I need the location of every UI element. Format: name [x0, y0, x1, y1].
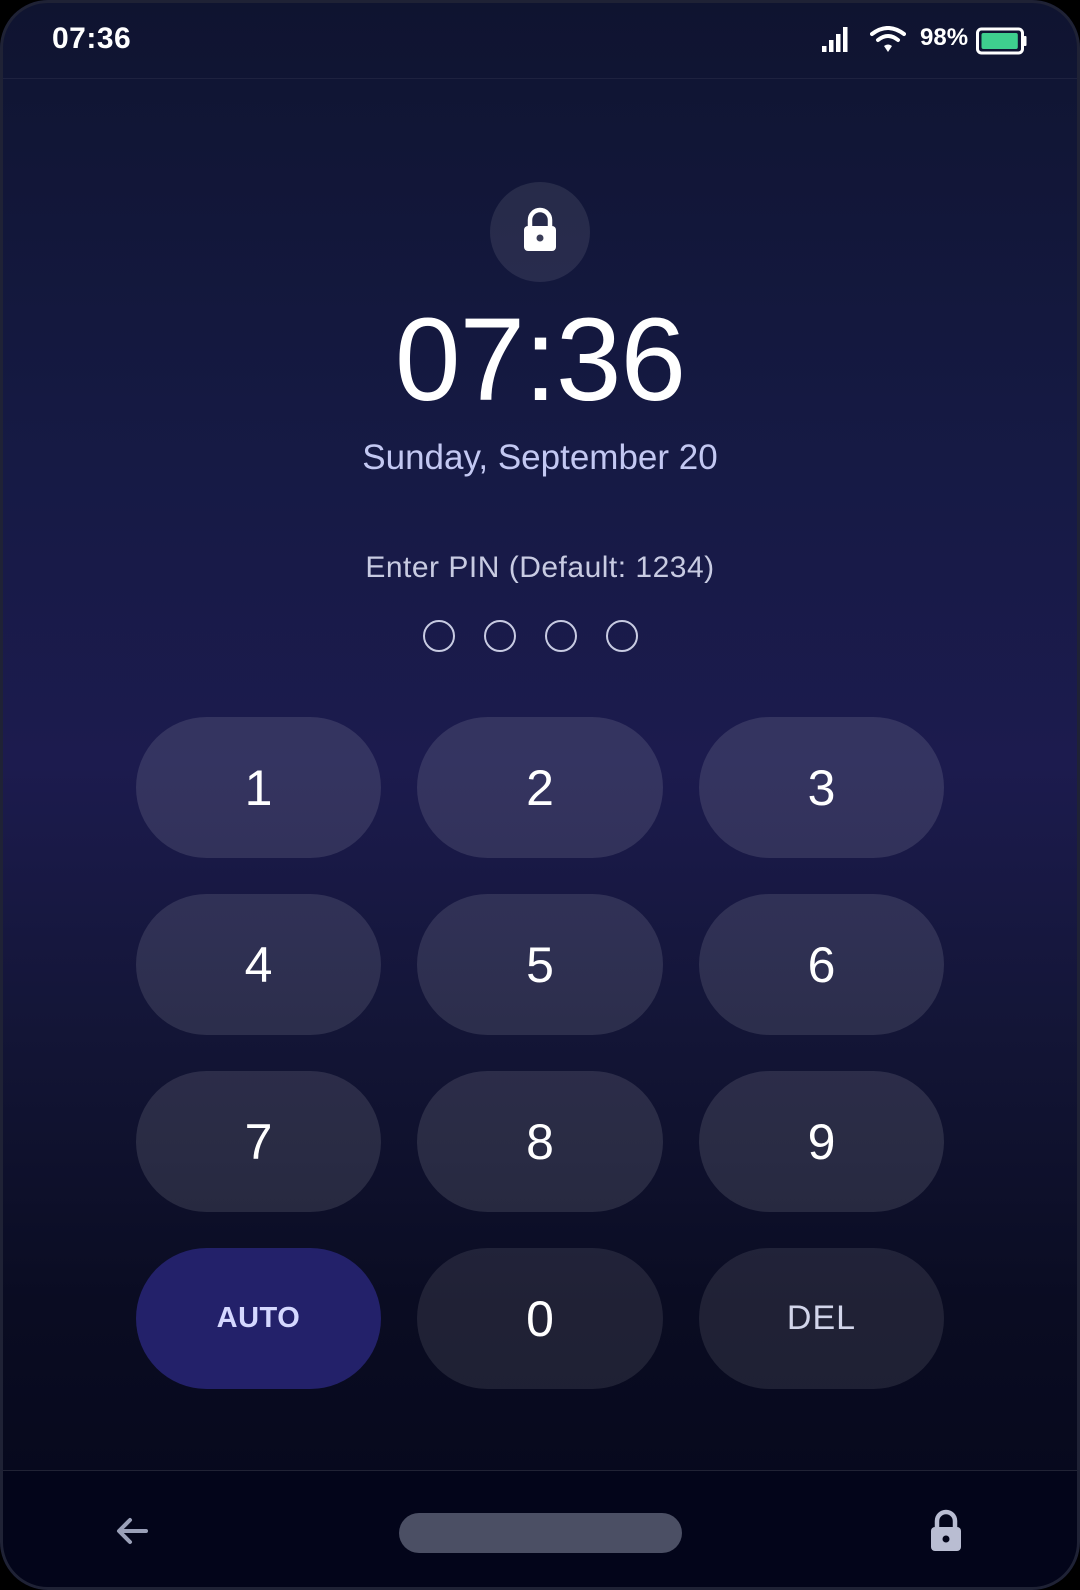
pin-dot: [484, 620, 516, 652]
key-5[interactable]: 5: [417, 894, 663, 1035]
back-arrow-icon[interactable]: [112, 1511, 152, 1556]
home-pill[interactable]: [399, 1513, 682, 1553]
lock-date: Sunday, September 20: [362, 438, 718, 477]
key-2[interactable]: 2: [417, 717, 663, 858]
key-8[interactable]: 8: [417, 1071, 663, 1212]
pin-keypad: 1 2 3 4 5 6 7 8 9 AUTO 0 DEL: [136, 717, 944, 1389]
status-time: 07:36: [52, 22, 132, 55]
lock-badge: [490, 182, 590, 282]
key-7[interactable]: 7: [136, 1071, 381, 1212]
pin-prompt: Enter PIN (Default: 1234): [365, 551, 715, 584]
signal-icon: [822, 26, 852, 59]
key-3[interactable]: 3: [699, 717, 944, 858]
key-0[interactable]: 0: [417, 1248, 663, 1389]
key-6[interactable]: 6: [699, 894, 944, 1035]
battery-icon: [976, 27, 1028, 60]
pin-dot: [545, 620, 577, 652]
phone-screen: 07:36 98% 07:36 Sunday, September 20 Ent…: [0, 0, 1080, 1590]
navigation-bar: [0, 1470, 1080, 1590]
lock-clock: 07:36: [394, 294, 686, 426]
pin-dot: [423, 620, 455, 652]
auto-button[interactable]: AUTO: [136, 1248, 381, 1389]
key-9[interactable]: 9: [699, 1071, 944, 1212]
key-1[interactable]: 1: [136, 717, 381, 858]
battery-percent: 98%: [920, 24, 969, 51]
key-4[interactable]: 4: [136, 894, 381, 1035]
lock-icon: [520, 207, 560, 258]
delete-button[interactable]: DEL: [699, 1248, 944, 1389]
lock-icon[interactable]: [928, 1509, 964, 1558]
status-bar: 07:36 98%: [0, 0, 1080, 79]
pin-dot: [606, 620, 638, 652]
wifi-icon: [870, 26, 906, 59]
pin-indicator: [423, 620, 663, 660]
